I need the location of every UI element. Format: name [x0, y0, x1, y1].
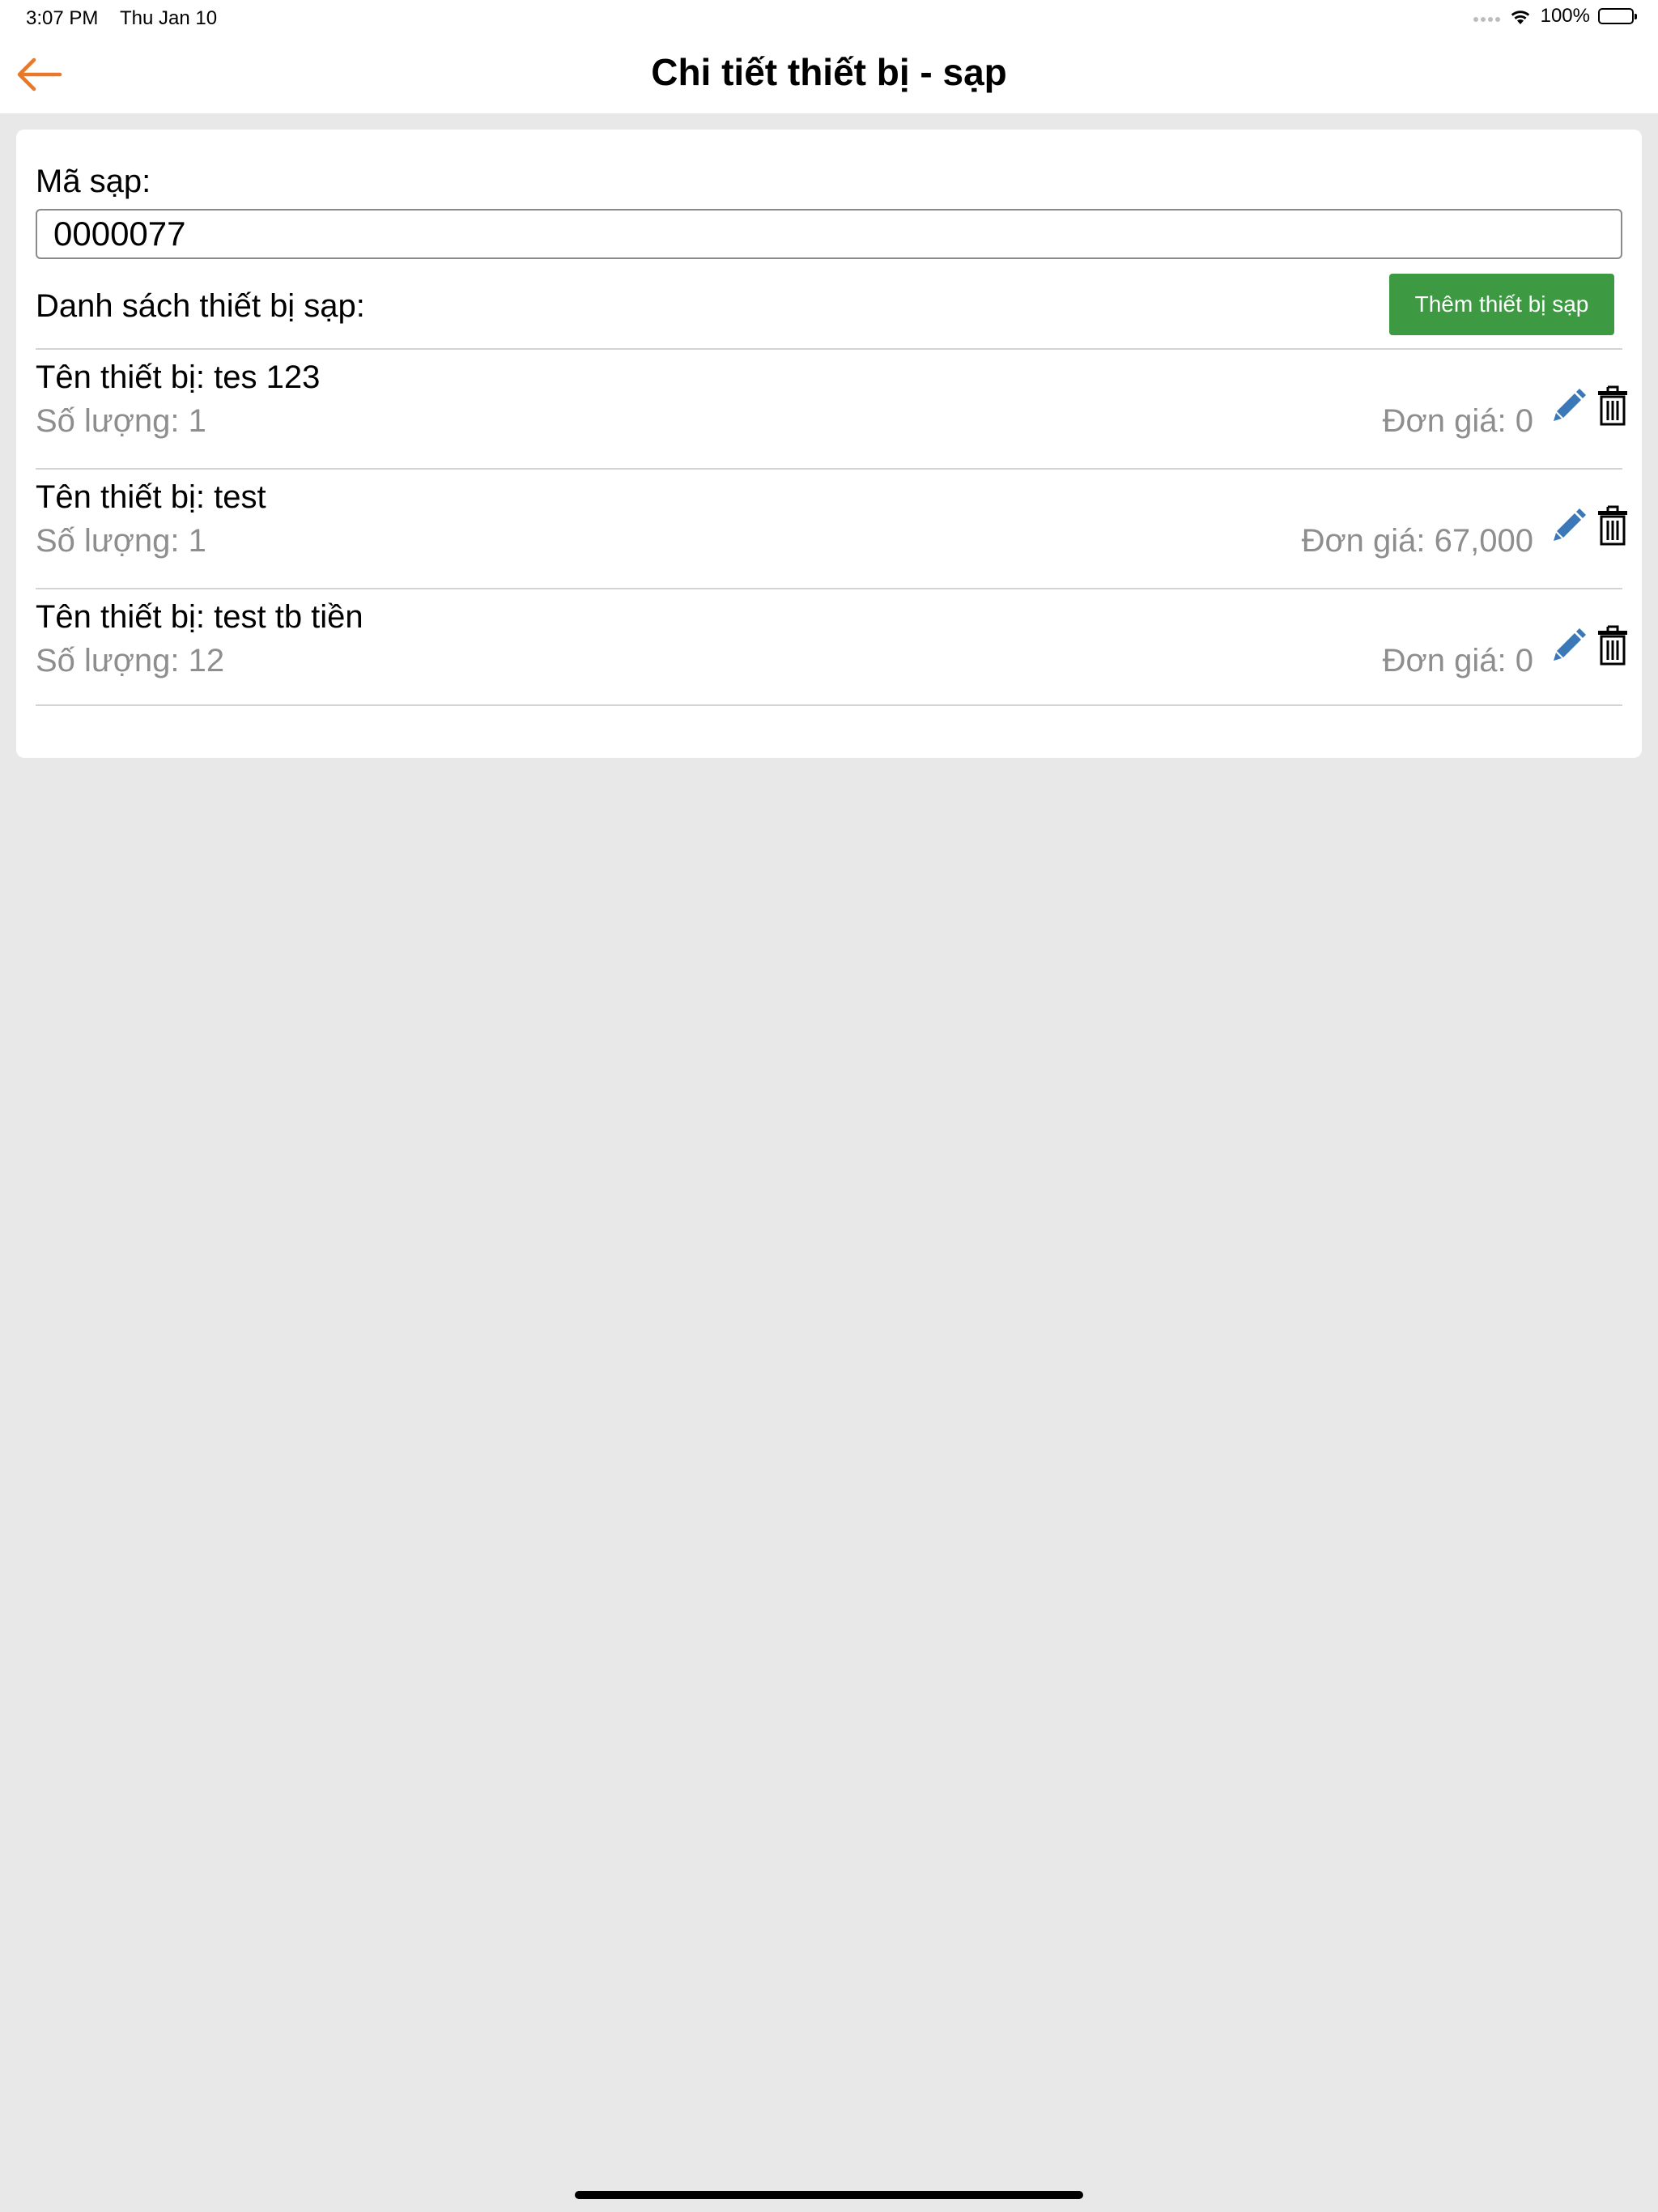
divider	[36, 704, 1622, 706]
pencil-icon	[1554, 389, 1586, 421]
trash-icon	[1598, 505, 1627, 546]
delete-button[interactable]	[1596, 623, 1629, 667]
edit-button[interactable]	[1552, 625, 1589, 662]
item-price: Đơn giá: 0	[1382, 403, 1533, 439]
status-date: Thu Jan 10	[120, 7, 218, 29]
battery-percent: 100%	[1540, 5, 1590, 27]
item-quantity: Số lượng: 12	[36, 643, 225, 678]
item-name: Tên thiết bị: tes 123	[36, 359, 321, 395]
add-device-button[interactable]: Thêm thiết bị sạp	[1389, 274, 1614, 335]
item-name: Tên thiết bị: test	[36, 479, 266, 515]
wifi-icon	[1511, 11, 1529, 24]
battery-icon	[1598, 8, 1637, 24]
item-price: Đơn giá: 0	[1382, 643, 1533, 678]
item-name: Tên thiết bị: test tb tiền	[36, 599, 363, 635]
edit-button[interactable]	[1552, 505, 1589, 542]
home-indicator[interactable]	[575, 2191, 1083, 2199]
device-list-label: Danh sách thiết bị sạp:	[36, 288, 365, 324]
trash-icon	[1598, 385, 1627, 426]
status-bar: 3:07 PM Thu Jan 10 100%	[0, 0, 1658, 39]
pencil-icon	[1554, 508, 1586, 541]
signal-dots-icon	[1473, 17, 1500, 22]
item-quantity: Số lượng: 1	[36, 523, 206, 559]
list-item: Tên thiết bị: test Số lượng: 1 Đơn giá: …	[36, 470, 1627, 588]
code-label: Mã sạp:	[36, 164, 151, 199]
delete-button[interactable]	[1596, 384, 1629, 428]
device-detail-card: Mã sạp: Danh sách thiết bị sạp: Thêm thi…	[16, 130, 1642, 758]
list-item: Tên thiết bị: test tb tiền Số lượng: 12 …	[36, 589, 1627, 708]
trash-icon	[1598, 625, 1627, 666]
edit-button[interactable]	[1552, 385, 1589, 423]
delete-button[interactable]	[1596, 504, 1629, 547]
page-title: Chi tiết thiết bị - sạp	[651, 51, 1007, 93]
status-indicators: 100%	[1473, 5, 1637, 28]
item-price: Đơn giá: 67,000	[1301, 523, 1533, 559]
navigation-bar: Chi tiết thiết bị - sạp	[0, 39, 1658, 113]
list-item: Tên thiết bị: tes 123 Số lượng: 1 Đơn gi…	[36, 350, 1627, 468]
code-input[interactable]	[36, 209, 1622, 259]
pencil-icon	[1554, 628, 1586, 661]
item-quantity: Số lượng: 1	[36, 403, 206, 439]
status-time: 3:07 PM	[26, 7, 99, 29]
